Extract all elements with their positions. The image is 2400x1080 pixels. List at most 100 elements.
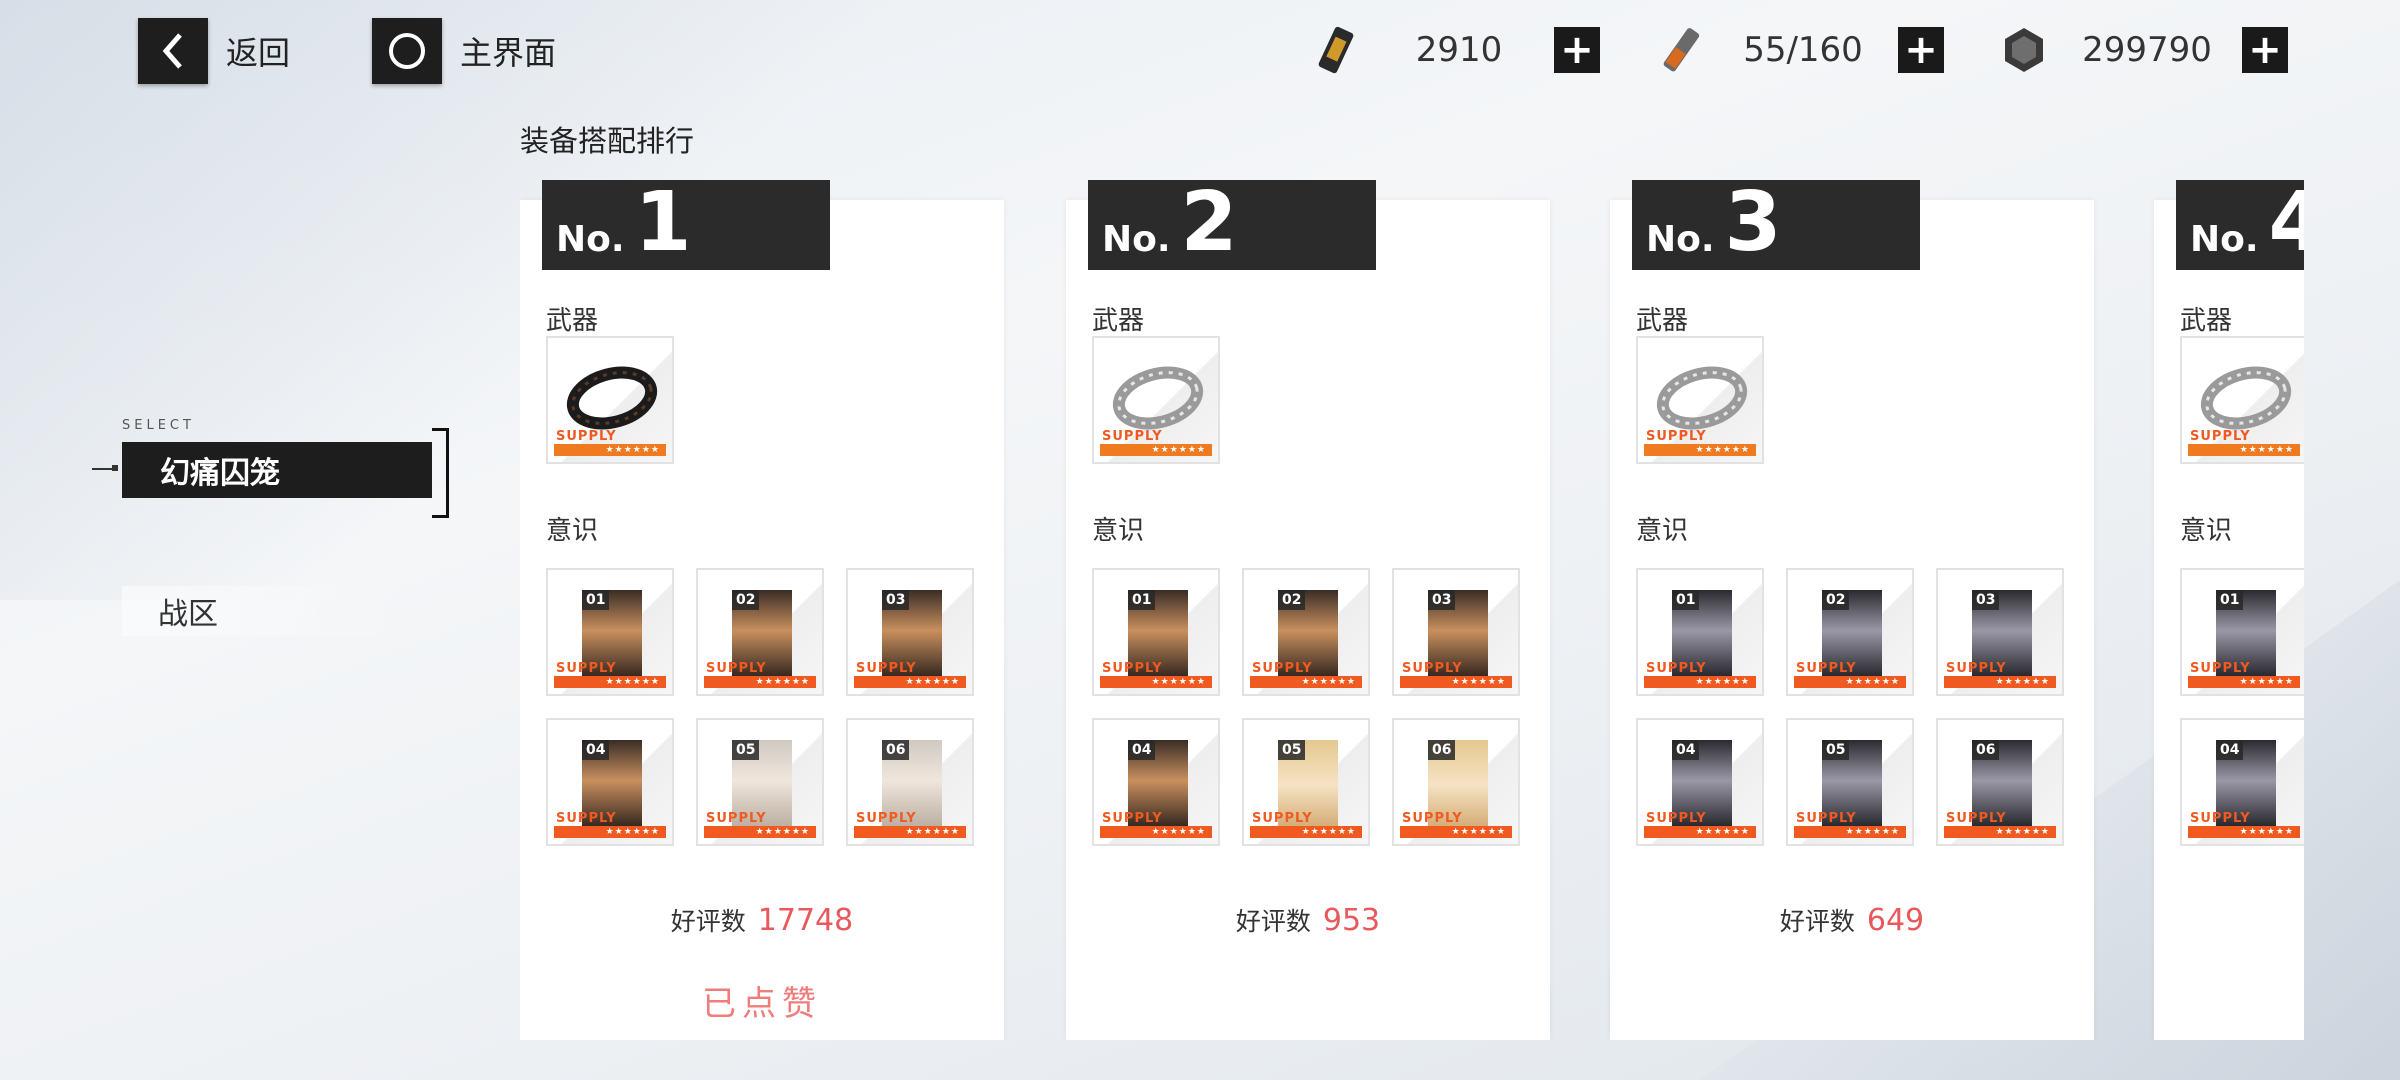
add-stamina-button[interactable]: +	[1898, 27, 1944, 73]
memory-slot[interactable]: 03 SUPPLY ★★★★★★	[1392, 568, 1520, 696]
coin-icon	[1996, 22, 2052, 78]
memory-slot[interactable]: 06 SUPPLY ★★★★★★	[1392, 718, 1520, 846]
star-rating: ★★★★★★	[1301, 677, 1356, 687]
likes-label: 好评数	[1235, 907, 1311, 936]
page-title: 装备搭配排行	[520, 124, 695, 158]
sidebar-item-phantom-cage[interactable]: 幻痛囚笼	[122, 442, 432, 498]
circle-icon	[372, 18, 442, 84]
star-rating: ★★★★★★	[605, 827, 660, 837]
star-rating: ★★★★★★	[1151, 827, 1206, 837]
weapon-label: 武器	[2180, 306, 2233, 336]
memory-slot[interactable]: 03 SUPPLY ★★★★★★	[846, 568, 974, 696]
memory-slot[interactable]: 04 SUPPLY ★★★★★★	[1092, 718, 1220, 846]
stamina-icon	[1652, 22, 1708, 78]
star-rating: ★★★★★★	[1995, 677, 2050, 687]
memory-slot[interactable]: 01 SUPPLY ★★★★★★	[546, 568, 674, 696]
weapon-slot[interactable]: SUPPLY ★★★★★★	[1636, 336, 1764, 464]
slot-number: 02	[732, 590, 760, 610]
star-rating: ★★★★★★	[1301, 827, 1356, 837]
star-rating: ★★★★★★	[905, 677, 960, 687]
home-button[interactable]: 主界面	[372, 18, 556, 84]
memory-slot[interactable]: 01 SUPPLY ★★★★★★	[2180, 568, 2304, 696]
slot-number: 06	[1972, 740, 2000, 760]
star-rating: ★★★★★★	[605, 445, 660, 455]
loadout-card[interactable]: No. 1 武器 SUPPLY ★★★★★★ 意识 01 SUPPLY ★★★★…	[520, 180, 1004, 1040]
slot-number: 04	[582, 740, 610, 760]
likes-count: 好评数 649	[1610, 902, 2094, 938]
weapon-slot[interactable]: SUPPLY ★★★★★★	[546, 336, 674, 464]
loadout-card[interactable]: No. 3 武器 SUPPLY ★★★★★★ 意识 01 SUPPLY ★★★★…	[1610, 180, 2094, 1040]
memory-slot[interactable]: 02 SUPPLY ★★★★★★	[696, 568, 824, 696]
slot-number: 01	[2216, 590, 2244, 610]
supply-label: SUPPLY	[1946, 661, 2007, 676]
add-black-card-button[interactable]: +	[1554, 27, 1600, 73]
rank-no-label: No.	[1102, 219, 1171, 260]
sidebar-item-warzone[interactable]: 战区	[122, 586, 412, 636]
memory-slot[interactable]: 06 SUPPLY ★★★★★★	[1936, 718, 2064, 846]
loadout-card[interactable]: No. 4 武器 SUPPLY ★★★★★★ 意识 01 SUPPLY ★★★★…	[2154, 180, 2304, 1040]
resource-black-card: 2910 +	[1308, 22, 1600, 78]
weapon-label: 武器	[1092, 306, 1145, 336]
supply-label: SUPPLY	[1646, 429, 1707, 444]
slot-number: 01	[1128, 590, 1156, 610]
memory-slot[interactable]: 01 SUPPLY ★★★★★★	[1636, 568, 1764, 696]
black-card-icon	[1308, 22, 1364, 78]
rank-badge: No. 2	[1088, 180, 1376, 270]
supply-label: SUPPLY	[1402, 661, 1463, 676]
memory-slot[interactable]: 02 SUPPLY ★★★★★★	[1242, 568, 1370, 696]
menu-indicator-dot	[112, 465, 118, 471]
menu-bracket	[432, 428, 449, 518]
memory-slot[interactable]: 04 SUPPLY ★★★★★★	[1636, 718, 1764, 846]
supply-label: SUPPLY	[1102, 661, 1163, 676]
home-label: 主界面	[460, 34, 557, 72]
ranking-list[interactable]: No. 1 武器 SUPPLY ★★★★★★ 意识 01 SUPPLY ★★★★…	[520, 180, 2304, 1040]
weapon-slot[interactable]: SUPPLY ★★★★★★	[1092, 336, 1220, 464]
slot-number: 04	[1672, 740, 1700, 760]
supply-label: SUPPLY	[1252, 811, 1313, 826]
black-card-value: 2910	[1415, 30, 1503, 70]
memory-slot[interactable]: 06 SUPPLY ★★★★★★	[846, 718, 974, 846]
memory-slot[interactable]: 01 SUPPLY ★★★★★★	[1092, 568, 1220, 696]
memory-slot[interactable]: 05 SUPPLY ★★★★★★	[1242, 718, 1370, 846]
stamina-value: 55/160	[1743, 30, 1863, 70]
liked-button[interactable]: 已点赞	[520, 976, 1004, 1025]
supply-label: SUPPLY	[706, 661, 767, 676]
star-rating: ★★★★★★	[1695, 827, 1750, 837]
supply-label: SUPPLY	[1402, 811, 1463, 826]
slot-number: 06	[1428, 740, 1456, 760]
memory-slot[interactable]: 04 SUPPLY ★★★★★★	[2180, 718, 2304, 846]
weapon-label: 武器	[546, 306, 599, 336]
star-rating: ★★★★★★	[1451, 827, 1506, 837]
supply-label: SUPPLY	[1946, 811, 2007, 826]
slot-number: 03	[1972, 590, 2000, 610]
memory-label: 意识	[1092, 516, 1145, 546]
memory-label: 意识	[546, 516, 599, 546]
loadout-card[interactable]: No. 2 武器 SUPPLY ★★★★★★ 意识 01 SUPPLY ★★★★…	[1066, 180, 1550, 1040]
supply-label: SUPPLY	[1102, 429, 1163, 444]
memory-slot[interactable]: 05 SUPPLY ★★★★★★	[1786, 718, 1914, 846]
likes-label: 好评数	[670, 907, 746, 936]
slot-number: 04	[2216, 740, 2244, 760]
slot-number: 06	[882, 740, 910, 760]
memory-slot[interactable]: 05 SUPPLY ★★★★★★	[696, 718, 824, 846]
memory-label: 意识	[1636, 516, 1689, 546]
add-coin-button[interactable]: +	[2242, 27, 2288, 73]
likes-value: 649	[1866, 903, 1925, 938]
resource-coin: 299790 +	[1996, 22, 2288, 78]
supply-label: SUPPLY	[1646, 661, 1707, 676]
coin-value: 299790	[2082, 30, 2212, 70]
weapon-slot[interactable]: SUPPLY ★★★★★★	[2180, 336, 2304, 464]
likes-value: 17748	[757, 903, 854, 938]
star-rating: ★★★★★★	[1695, 677, 1750, 687]
rank-badge: No. 4	[2176, 180, 2304, 270]
star-rating: ★★★★★★	[1845, 827, 1900, 837]
rank-number: 1	[634, 180, 692, 270]
back-button[interactable]: 返回	[138, 18, 290, 84]
memory-slot[interactable]: 03 SUPPLY ★★★★★★	[1936, 568, 2064, 696]
supply-label: SUPPLY	[2190, 661, 2251, 676]
memory-slot[interactable]: 04 SUPPLY ★★★★★★	[546, 718, 674, 846]
memory-label: 意识	[2180, 516, 2233, 546]
star-rating: ★★★★★★	[1451, 677, 1506, 687]
star-rating: ★★★★★★	[1995, 827, 2050, 837]
memory-slot[interactable]: 02 SUPPLY ★★★★★★	[1786, 568, 1914, 696]
